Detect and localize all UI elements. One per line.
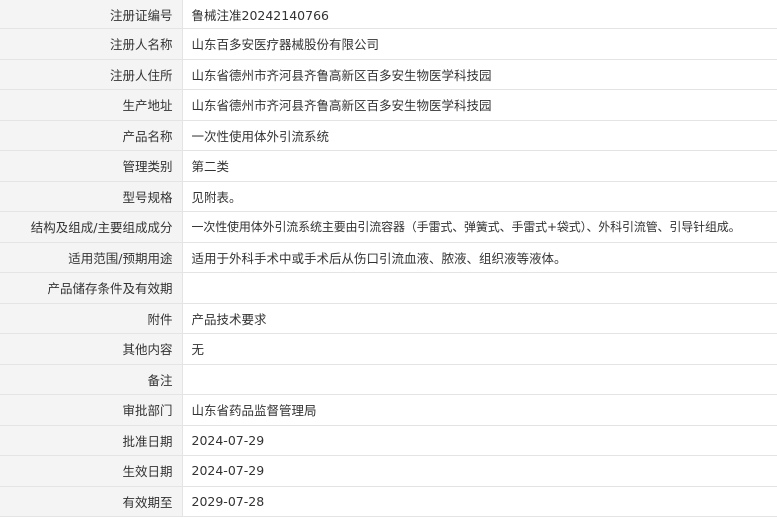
row-scope-intended-use: 适用范围/预期用途 适用于外科手术中或手术后从伤口引流血液、脓液、组织液等液体。 (0, 242, 777, 273)
registration-detail-table: 注册证编号 鲁械注准20242140766 注册人名称 山东百多安医疗器械股份有… (0, 0, 777, 517)
row-registrant-name: 注册人名称 山东百多安医疗器械股份有限公司 (0, 28, 777, 60)
field-label: 结构及组成/主要组成成分 (0, 211, 183, 243)
field-value: 山东省德州市齐河县齐鲁高新区百多安生物医学科技园 (182, 59, 777, 90)
field-value: 适用于外科手术中或手术后从伤口引流血液、脓液、组织液等液体。 (182, 242, 777, 273)
row-management-category: 管理类别 第二类 (0, 150, 777, 182)
field-value (182, 364, 777, 395)
field-label: 注册人名称 (0, 28, 183, 60)
field-value: 一次性使用体外引流系统 (182, 120, 777, 151)
field-value: 2029-07-28 (182, 486, 777, 517)
field-label: 生产地址 (0, 89, 183, 121)
field-label: 附件 (0, 303, 183, 334)
field-value: 2024-07-29 (182, 425, 777, 456)
field-label: 有效期至 (0, 486, 183, 517)
field-label: 生效日期 (0, 455, 183, 487)
field-label: 注册证编号 (0, 0, 183, 29)
row-approval-date: 批准日期 2024-07-29 (0, 425, 777, 456)
row-remarks: 备注 (0, 364, 777, 395)
field-label: 产品名称 (0, 120, 183, 151)
field-value: 山东省德州市齐河县齐鲁高新区百多安生物医学科技园 (182, 89, 777, 121)
row-approval-department: 审批部门 山东省药品监督管理局 (0, 394, 777, 426)
field-value: 鲁械注准20242140766 (182, 0, 777, 29)
field-value: 山东百多安医疗器械股份有限公司 (182, 28, 777, 60)
row-registrant-address: 注册人住所 山东省德州市齐河县齐鲁高新区百多安生物医学科技园 (0, 59, 777, 90)
row-production-address: 生产地址 山东省德州市齐河县齐鲁高新区百多安生物医学科技园 (0, 89, 777, 121)
field-value: 一次性使用体外引流系统主要由引流容器（手雷式、弹簧式、手雷式+袋式）、外科引流管… (182, 211, 777, 243)
row-effective-date: 生效日期 2024-07-29 (0, 455, 777, 487)
row-storage-validity: 产品储存条件及有效期 (0, 272, 777, 304)
field-value (182, 272, 777, 304)
field-value: 山东省药品监督管理局 (182, 394, 777, 426)
row-registration-number: 注册证编号 鲁械注准20242140766 (0, 0, 777, 29)
field-label: 其他内容 (0, 333, 183, 365)
field-value: 见附表。 (182, 181, 777, 212)
field-value: 无 (182, 333, 777, 365)
field-value: 2024-07-29 (182, 455, 777, 487)
field-label: 型号规格 (0, 181, 183, 212)
row-structure-composition: 结构及组成/主要组成成分 一次性使用体外引流系统主要由引流容器（手雷式、弹簧式、… (0, 211, 777, 243)
field-label: 审批部门 (0, 394, 183, 426)
row-model-spec: 型号规格 见附表。 (0, 181, 777, 212)
row-valid-until: 有效期至 2029-07-28 (0, 486, 777, 517)
field-label: 管理类别 (0, 150, 183, 182)
field-label: 产品储存条件及有效期 (0, 272, 183, 304)
field-value: 产品技术要求 (182, 303, 777, 334)
field-value: 第二类 (182, 150, 777, 182)
field-label: 注册人住所 (0, 59, 183, 90)
row-other-content: 其他内容 无 (0, 333, 777, 365)
row-product-name: 产品名称 一次性使用体外引流系统 (0, 120, 777, 151)
row-attachment: 附件 产品技术要求 (0, 303, 777, 334)
field-label: 适用范围/预期用途 (0, 242, 183, 273)
field-label: 备注 (0, 364, 183, 395)
field-label: 批准日期 (0, 425, 183, 456)
